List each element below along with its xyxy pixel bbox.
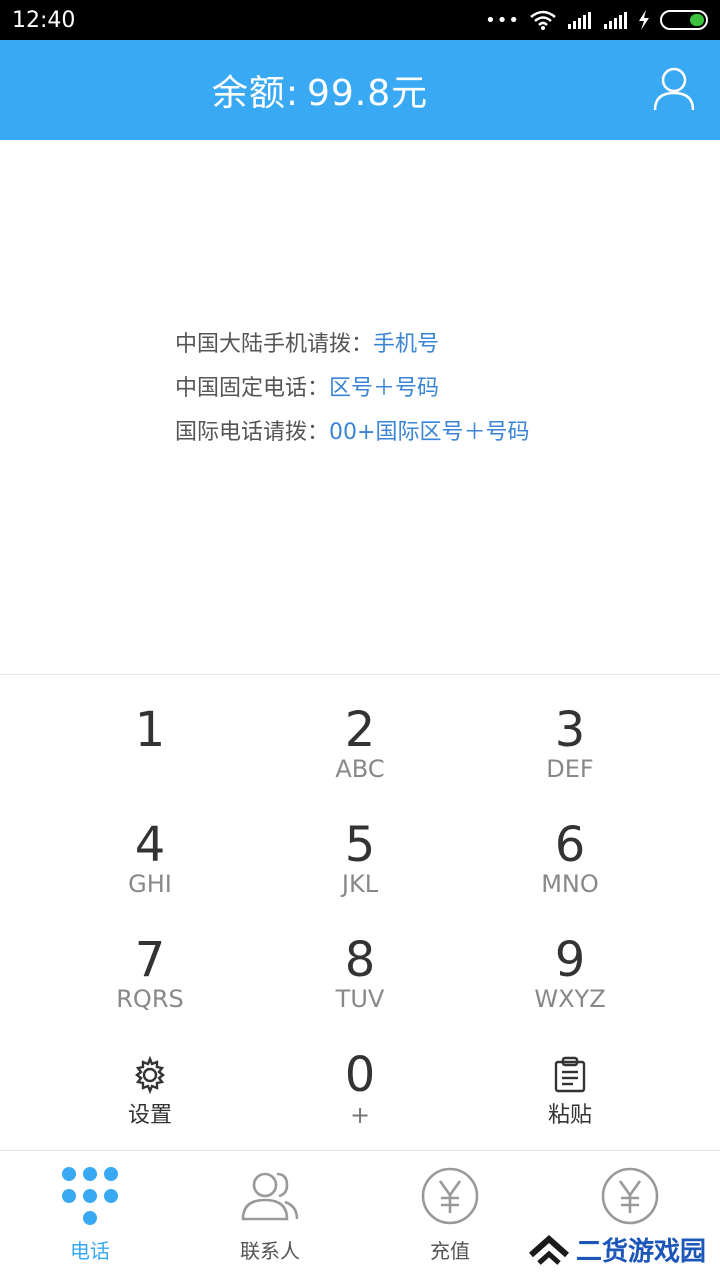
status-bar: 12:40 ••• — [0, 0, 720, 40]
settings-button[interactable]: 设置 — [45, 1035, 255, 1150]
key-letters: TUV — [335, 985, 385, 1013]
key-digit: 9 — [554, 932, 586, 988]
instruction-value: 区号＋号码 — [329, 376, 440, 401]
divider — [0, 674, 720, 675]
key-digit: 5 — [344, 817, 376, 873]
dial-instructions: 中国大陆手机请拨： 手机号 中国固定电话： 区号＋号码 国际电话请拨： 00+国… — [175, 320, 529, 452]
contacts-icon — [241, 1172, 299, 1221]
balance-label: 余额: — [211, 73, 299, 114]
gear-icon — [131, 1055, 169, 1095]
dialpad: 1 2 ABC 3 DEF 4 GHI 5 JKL 6 MNO 7 RQRS 8 — [0, 690, 720, 1150]
key-digit: 3 — [554, 702, 586, 758]
key-digit: 2 — [344, 702, 376, 758]
key-letters: WXYZ — [534, 985, 606, 1013]
status-time: 12:40 — [12, 7, 76, 33]
dial-key-4[interactable]: 4 GHI — [45, 805, 255, 920]
key-letters: MNO — [541, 870, 599, 898]
paste-button[interactable]: 粘贴 — [465, 1035, 675, 1150]
key-plus: + — [349, 1101, 371, 1129]
signal-icon — [568, 12, 591, 29]
dial-key-6[interactable]: 6 MNO — [465, 805, 675, 920]
key-digit: 1 — [134, 702, 166, 758]
balance-display: 余额: 99.8元 — [212, 64, 428, 116]
dial-key-7[interactable]: 7 RQRS — [45, 920, 255, 1035]
instruction-label: 中国大陆手机请拨： — [175, 332, 374, 357]
key-letters: RQRS — [116, 985, 184, 1013]
dial-key-3[interactable]: 3 DEF — [465, 690, 675, 805]
dial-key-1[interactable]: 1 — [45, 690, 255, 805]
tab-label: 充值 — [430, 1239, 470, 1263]
paste-label: 粘贴 — [547, 1103, 592, 1128]
instruction-label: 国际电话请拨： — [175, 420, 330, 445]
battery-icon — [660, 10, 708, 30]
app-screen: 12:40 ••• 余额: 99.8元 中国大陆手机请拨： 手机号 中国固定电话… — [0, 0, 720, 1280]
instruction-row: 中国固定电话： 区号＋号码 — [175, 364, 529, 408]
key-digit: 7 — [134, 932, 166, 988]
dial-key-8[interactable]: 8 TUV — [255, 920, 465, 1035]
tab-label: 联系人 — [240, 1239, 300, 1263]
key-digit: 8 — [344, 932, 376, 988]
settings-label: 设置 — [127, 1103, 172, 1128]
instruction-value: 手机号 — [373, 332, 440, 357]
instruction-label: 中国固定电话： — [175, 376, 330, 401]
key-letters: DEF — [546, 755, 594, 783]
dial-key-2[interactable]: 2 ABC — [255, 690, 465, 805]
balance-value: 99.8元 — [306, 73, 429, 114]
key-digit: 4 — [134, 817, 166, 873]
clipboard-icon — [551, 1055, 589, 1095]
yen-icon — [421, 1167, 479, 1225]
key-letters: GHI — [128, 870, 172, 898]
user-icon — [653, 67, 695, 111]
yen-icon — [601, 1167, 659, 1225]
tab-contacts[interactable]: 联系人 — [180, 1151, 360, 1280]
dial-key-9[interactable]: 9 WXYZ — [465, 920, 675, 1035]
key-letters: JKL — [341, 870, 379, 898]
instruction-row: 中国大陆手机请拨： 手机号 — [175, 320, 529, 364]
dial-key-5[interactable]: 5 JKL — [255, 805, 465, 920]
key-letters: ABC — [335, 755, 385, 783]
chevron-logo-icon — [528, 1234, 569, 1265]
dialpad-icon — [62, 1167, 118, 1225]
charging-icon — [639, 10, 649, 30]
instruction-row: 国际电话请拨： 00+国际区号＋号码 — [175, 408, 529, 452]
app-header: 余额: 99.8元 — [0, 40, 720, 140]
instruction-value: 00+国际区号＋号码 — [329, 420, 530, 445]
key-digit: 0 — [344, 1047, 376, 1103]
user-profile-button[interactable] — [650, 65, 698, 113]
watermark: 二货游戏园 — [523, 1229, 710, 1270]
watermark-text: 二货游戏园 — [575, 1237, 706, 1267]
tab-label: 电话 — [70, 1239, 110, 1263]
tab-recharge[interactable]: 充值 — [360, 1151, 540, 1280]
key-digit: 6 — [554, 817, 586, 873]
signal-icon — [604, 12, 627, 29]
more-dots-icon: ••• — [485, 9, 520, 31]
wifi-icon — [530, 10, 556, 30]
dial-key-0[interactable]: 0 + — [255, 1035, 465, 1150]
status-icons: ••• — [485, 10, 708, 31]
tab-phone[interactable]: 电话 — [0, 1151, 180, 1280]
dial-info-area: 中国大陆手机请拨： 手机号 中国固定电话： 区号＋号码 国际电话请拨： 00+国… — [0, 140, 720, 675]
